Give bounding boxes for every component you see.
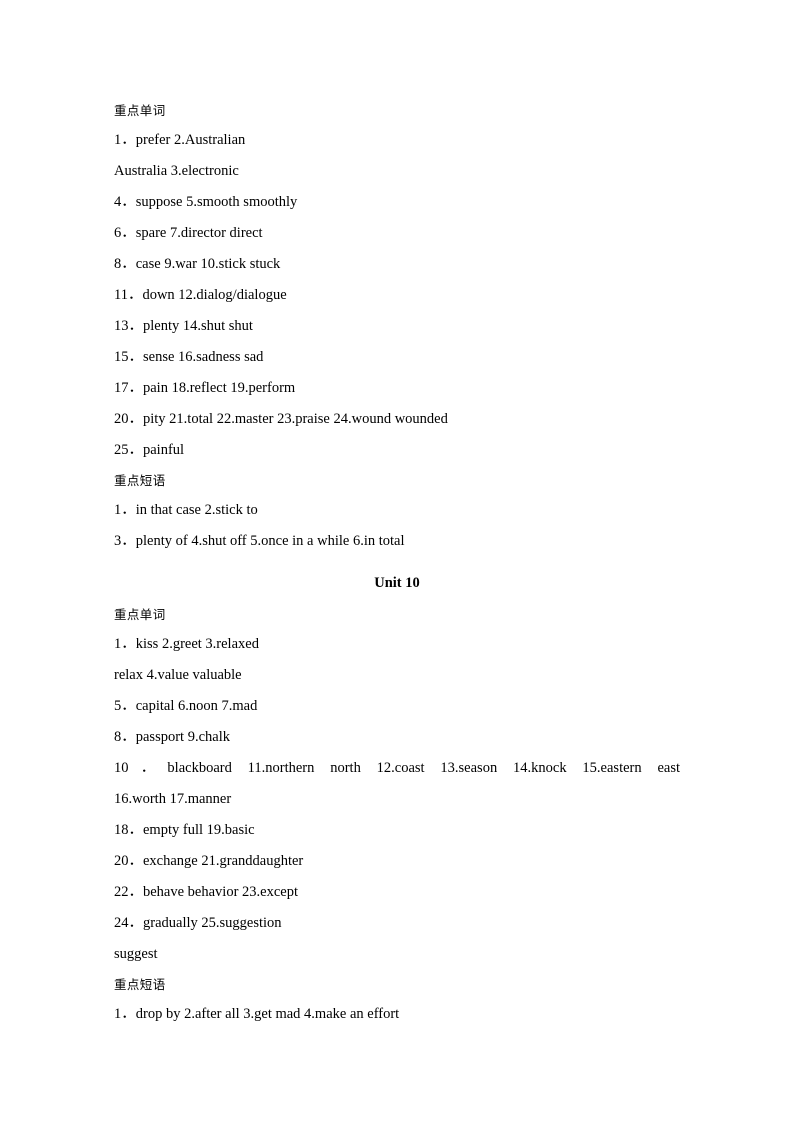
vocab-line: 13．plenty 14.shut shut xyxy=(114,318,253,334)
vocab-line: 20．pity 21.total 22.master 23.praise 24.… xyxy=(114,411,448,427)
document-page: 重点单词 1．prefer 2.Australian Australia 3.ele… xyxy=(0,0,794,1123)
vocab-line: 18．empty full 19.basic xyxy=(114,822,255,838)
vocab-line: 24．gradually 25.suggestion xyxy=(114,915,282,931)
vocab-line: 20．exchange 21.granddaughter xyxy=(114,853,304,869)
vocab-line: 8．passport 9.chalk xyxy=(114,729,230,745)
document-body: 重点单词 1．prefer 2.Australian Australia 3.ele… xyxy=(114,96,680,1030)
vocab-line: 8．case 9.war 10.stick stuck xyxy=(114,256,281,272)
vocab-line: 1．prefer 2.Australian xyxy=(114,132,246,148)
vocab-line: 3．plenty of 4.shut off 5.once in a while… xyxy=(114,533,405,549)
vocab-line: 15．sense 16.sadness sad xyxy=(114,349,264,365)
section-heading: 重点短语 xyxy=(114,473,166,488)
section-heading: 重点单词 xyxy=(114,607,166,622)
section-heading: 重点短语 xyxy=(114,977,166,992)
vocab-line: relax 4.value valuable xyxy=(114,667,242,683)
vocab-line: 25．painful xyxy=(114,442,185,458)
vocab-line: 5．capital 6.noon 7.mad xyxy=(114,698,258,714)
section-heading: 重点单词 xyxy=(114,103,166,118)
vocab-line: 17．pain 18.reflect 19.perform xyxy=(114,380,296,396)
vocab-line: 16.worth 17.manner xyxy=(114,791,232,807)
vocab-line: 4．suppose 5.smooth smoothly xyxy=(114,194,298,210)
unit-title: Unit 10 xyxy=(374,575,420,591)
vocab-line: 6．spare 7.director direct xyxy=(114,225,263,241)
vocab-line: 1．drop by 2.after all 3.get mad 4.make a… xyxy=(114,1006,400,1022)
vocab-line: suggest xyxy=(114,946,158,962)
vocab-line: 10．blackboard 11.northern north 12.coast… xyxy=(114,760,680,776)
vocab-line: 1．in that case 2.stick to xyxy=(114,502,258,518)
vocab-line: 1．kiss 2.greet 3.relaxed xyxy=(114,636,259,652)
vocab-line: 11．down 12.dialog/dialogue xyxy=(114,287,287,303)
vocab-line: Australia 3.electronic xyxy=(114,163,239,179)
vocab-line: 22．behave behavior 23.except xyxy=(114,884,298,900)
